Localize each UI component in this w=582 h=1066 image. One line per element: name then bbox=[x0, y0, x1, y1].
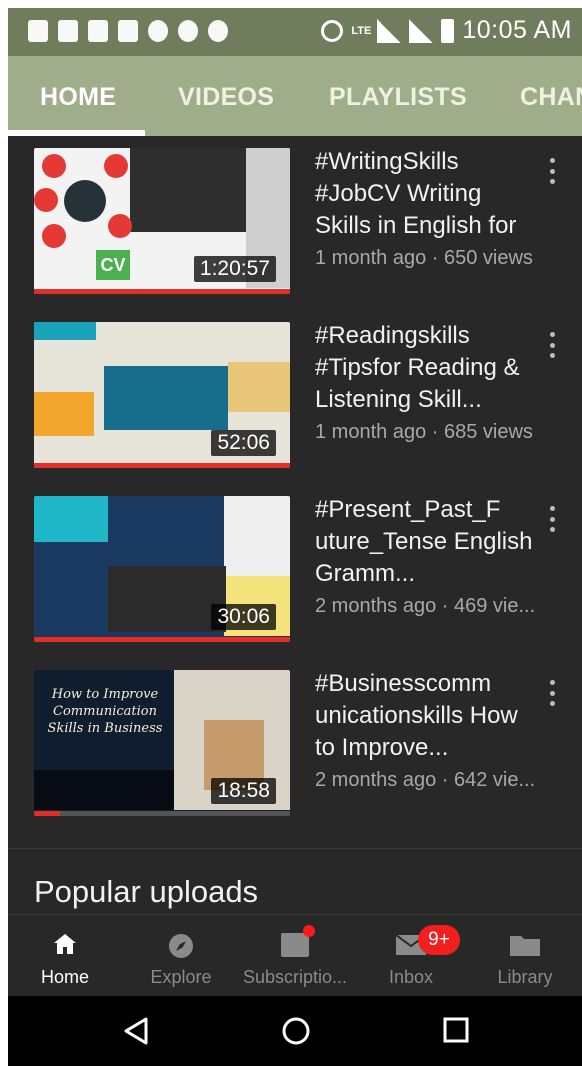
nav-label: Subscriptio... bbox=[242, 967, 348, 987]
signal-icon-2 bbox=[409, 18, 434, 43]
warning-icon bbox=[58, 20, 78, 42]
nav-library[interactable]: Library bbox=[470, 915, 580, 997]
battery-icon bbox=[441, 18, 455, 43]
subscriptions-icon bbox=[281, 925, 315, 957]
thumb-block bbox=[34, 392, 94, 436]
watch-progress-fill bbox=[34, 811, 60, 816]
video-title[interactable]: #Readingskills #Tipsfor Reading & Listen… bbox=[315, 320, 537, 416]
thumb-node bbox=[42, 154, 66, 178]
video-thumbnail[interactable]: 30:06 bbox=[34, 496, 290, 642]
watch-progress bbox=[34, 289, 290, 294]
video-meta: 2 months ago · 642 vie... bbox=[315, 769, 536, 791]
system-navigation-bar bbox=[8, 996, 582, 1066]
video-duration: 18:58 bbox=[211, 778, 276, 804]
thumb-cv-badge: CV bbox=[96, 250, 130, 280]
thumb-block bbox=[224, 496, 290, 576]
back-icon[interactable] bbox=[122, 1016, 150, 1046]
thumb-slide bbox=[130, 148, 246, 232]
video-title[interactable]: #WritingSkills #JobCV Writing Skills in … bbox=[315, 146, 537, 242]
tab-playlists[interactable]: PLAYLISTS bbox=[329, 83, 467, 112]
watch-progress-fill bbox=[34, 637, 290, 642]
app-frame: LTE 10:05 AM HOME VIDEOS PLAYLISTS CHAN bbox=[8, 8, 582, 1066]
thumb-node bbox=[108, 214, 132, 238]
divider bbox=[8, 848, 582, 849]
watch-progress bbox=[34, 637, 290, 642]
thumb-node bbox=[104, 154, 128, 178]
more-options-icon[interactable] bbox=[548, 506, 556, 532]
recents-icon[interactable] bbox=[442, 1016, 470, 1044]
status-time: 10:05 AM bbox=[462, 16, 572, 44]
video-thumbnail[interactable]: 52:06 bbox=[34, 322, 290, 468]
nav-label: Library bbox=[497, 967, 553, 987]
thumb-band bbox=[104, 366, 228, 430]
inbox-icon: 9+ bbox=[395, 925, 460, 957]
message-icon bbox=[28, 20, 48, 42]
video-item[interactable]: 52:06 #Readingskills #Tipsfor Reading & … bbox=[8, 310, 582, 468]
library-folder-icon bbox=[510, 936, 540, 956]
thumb-node bbox=[42, 224, 66, 248]
watch-progress bbox=[34, 811, 290, 816]
home-icon bbox=[54, 934, 76, 954]
more-options-icon[interactable] bbox=[548, 680, 556, 706]
subscriptions-icon-body bbox=[281, 933, 309, 957]
chrome-icon-2 bbox=[208, 20, 228, 42]
alarm-icon bbox=[321, 19, 344, 42]
watch-progress-fill bbox=[34, 289, 290, 294]
nav-label: Inbox bbox=[388, 967, 434, 987]
nav-label: Explore bbox=[150, 967, 212, 987]
inbox-badge: 9+ bbox=[418, 925, 460, 955]
thumb-hub bbox=[64, 180, 106, 222]
nav-label: Home bbox=[40, 967, 89, 987]
nav-home[interactable]: Home bbox=[10, 915, 120, 997]
video-item[interactable]: How to Improve Communication Skills in B… bbox=[8, 658, 582, 816]
bottom-navigation: Home Explore Subscriptio... 9+ Inbox Lib… bbox=[8, 914, 582, 996]
watch-progress-fill bbox=[34, 463, 290, 468]
thumb-block bbox=[228, 362, 290, 412]
video-title[interactable]: #Businesscomm unicationskills How to Imp… bbox=[315, 668, 537, 764]
thumb-caption: How to Improve Communication Skills in B… bbox=[47, 687, 163, 736]
more-options-icon[interactable] bbox=[548, 332, 556, 358]
video-meta: 1 month ago · 650 views bbox=[315, 247, 533, 269]
thumb-header bbox=[34, 322, 96, 340]
video-duration: 1:20:57 bbox=[193, 256, 276, 282]
video-duration: 30:06 bbox=[211, 604, 276, 630]
status-right: LTE 10:05 AM bbox=[321, 16, 572, 45]
calendar-icon bbox=[88, 20, 108, 42]
tab-channels[interactable]: CHAN bbox=[520, 83, 582, 112]
home-circle-icon[interactable] bbox=[281, 1016, 311, 1046]
lte-indicator: LTE bbox=[351, 24, 372, 37]
nav-explore[interactable]: Explore bbox=[126, 915, 236, 997]
nav-inbox[interactable]: 9+ Inbox bbox=[356, 915, 466, 997]
video-meta: 1 month ago · 685 views bbox=[315, 421, 533, 443]
thumb-block bbox=[34, 496, 108, 542]
signal-icon bbox=[377, 18, 402, 43]
status-bar: LTE 10:05 AM bbox=[8, 8, 582, 56]
thumb-hill bbox=[34, 770, 174, 810]
video-item[interactable]: 30:06 #Present_Past_F uture_Tense Englis… bbox=[8, 484, 582, 642]
video-title[interactable]: #Present_Past_F uture_Tense English Gram… bbox=[315, 494, 537, 590]
tab-videos[interactable]: VIDEOS bbox=[178, 83, 274, 112]
watch-progress bbox=[34, 463, 290, 468]
thumb-node bbox=[34, 188, 58, 212]
section-title: Popular uploads bbox=[34, 874, 259, 909]
new-content-dot bbox=[303, 925, 315, 937]
chrome-icon bbox=[178, 20, 198, 42]
notification-icons bbox=[28, 20, 228, 42]
video-thumbnail[interactable]: How to Improve Communication Skills in B… bbox=[34, 670, 290, 816]
channel-tabs: HOME VIDEOS PLAYLISTS CHAN bbox=[8, 56, 582, 136]
video-thumbnail[interactable]: CV 1:20:57 bbox=[34, 148, 290, 294]
more-options-icon[interactable] bbox=[548, 158, 556, 184]
tab-home[interactable]: HOME bbox=[40, 83, 116, 112]
hotspot-icon bbox=[148, 20, 168, 42]
video-item[interactable]: CV 1:20:57 #WritingSkills #JobCV Writing… bbox=[8, 136, 582, 294]
nav-subscriptions[interactable]: Subscriptio... bbox=[240, 915, 350, 997]
clipboard-icon bbox=[118, 20, 138, 42]
thumb-block bbox=[108, 566, 226, 632]
compass-icon bbox=[169, 934, 193, 958]
video-duration: 52:06 bbox=[211, 430, 276, 456]
video-meta: 2 months ago · 469 vie... bbox=[315, 595, 536, 617]
